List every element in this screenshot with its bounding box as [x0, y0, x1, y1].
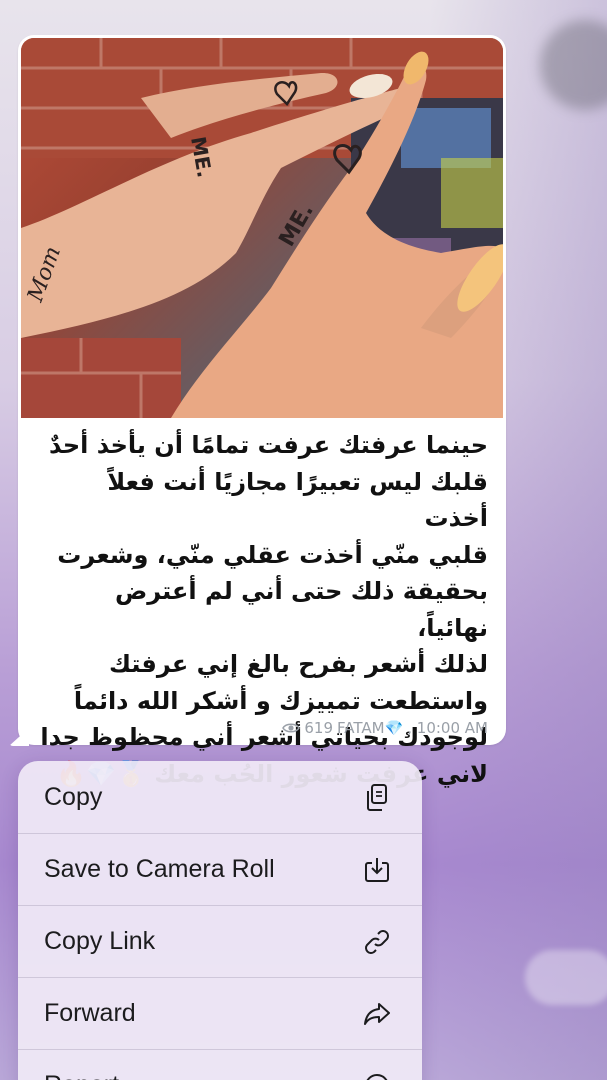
menu-item-label: Copy Link [44, 927, 156, 955]
menu-item-copy[interactable]: Copy [18, 761, 422, 833]
menu-item-report[interactable]: Report [18, 1049, 422, 1080]
bubble-tail [9, 728, 29, 746]
message-line: قلبي منّي أخذت عقلي منّي، وشعرت [57, 540, 488, 569]
message-line: بحقيقة ذلك حتى أني لم أعترض نهائياً، [114, 577, 488, 642]
message-photo[interactable]: ME. ME. Mom [21, 38, 503, 418]
context-menu: Copy Save to Camera Roll Copy Link Forwa… [18, 761, 422, 1080]
forward-arrow-icon [360, 997, 394, 1031]
message-line: حينما عرفتك عرفت تمامًا أن يأخذ أحدٌ [48, 431, 488, 459]
author-signature: FATAM💎 [337, 719, 404, 737]
message-text[interactable]: حينما عرفتك عرفت تمامًا أن يأخذ أحدٌ قلب… [36, 427, 488, 792]
message-meta: 619 FATAM💎 , 10:00 AM [282, 719, 488, 737]
message-line: قلبك ليس تعبيرًا مجازيًا أنت فعلاً أخذت [107, 467, 488, 533]
menu-item-label: Report [44, 1071, 119, 1080]
menu-item-label: Forward [44, 999, 136, 1027]
message-bubble[interactable]: ME. ME. Mom حينما عرفتك عرفت تمامًا أن ي… [9, 35, 506, 788]
menu-item-forward[interactable]: Forward [18, 977, 422, 1049]
link-icon [360, 925, 394, 959]
menu-item-label: Copy [44, 782, 103, 811]
photo-hands-tattoo-image: ME. ME. Mom [21, 38, 503, 418]
message-time: , 10:00 AM [407, 719, 488, 737]
blurred-button-background [525, 950, 607, 1005]
copy-icon [360, 780, 394, 814]
message-line: واستطعت تمييزك و أشكر الله دائماً [73, 686, 488, 715]
menu-item-copy-link[interactable]: Copy Link [18, 905, 422, 977]
menu-item-label: Save to Camera Roll [44, 855, 275, 883]
view-count: 619 [304, 719, 334, 737]
save-download-icon [360, 853, 394, 887]
eye-icon [282, 723, 301, 733]
report-icon [360, 1069, 394, 1080]
message-line: لذلك أشعر بفرح بالغ إني عرفتك [109, 650, 488, 678]
menu-item-save-to-camera-roll[interactable]: Save to Camera Roll [18, 833, 422, 905]
